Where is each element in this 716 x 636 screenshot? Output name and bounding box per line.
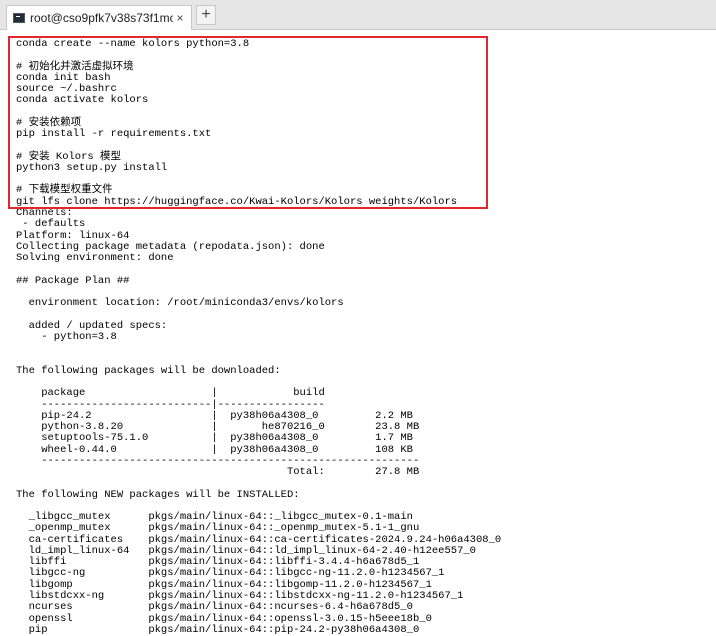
terminal-line: setuptools-75.1.0 | py38h06a4308_0 1.7 M… bbox=[16, 432, 413, 445]
terminal-icon bbox=[13, 13, 25, 23]
terminal-line: conda activate kolors bbox=[16, 94, 149, 107]
terminal-line: The following NEW packages will be INSTA… bbox=[16, 488, 300, 501]
tab-terminal-session[interactable]: root@cso9pfk7v38s73f1mcq × bbox=[6, 5, 192, 30]
terminal-line: - defaults bbox=[16, 218, 86, 231]
terminal-line: Channels: bbox=[16, 206, 73, 219]
close-icon[interactable]: × bbox=[173, 11, 187, 25]
tab-title: root@cso9pfk7v38s73f1mcq bbox=[30, 11, 173, 25]
terminal-line: ## Package Plan ## bbox=[16, 274, 130, 287]
terminal-line: environment location: /root/miniconda3/e… bbox=[16, 297, 344, 310]
terminal-output[interactable]: conda create --name kolors python=3.8 # 初… bbox=[0, 30, 716, 636]
plus-icon: + bbox=[201, 6, 211, 23]
tab-bar: root@cso9pfk7v38s73f1mcq × + bbox=[0, 0, 716, 30]
new-tab-button[interactable]: + bbox=[196, 5, 216, 25]
terminal-line: conda create --name kolors python=3.8 bbox=[16, 38, 250, 50]
terminal-line: Total: 27.8 MB bbox=[16, 466, 420, 479]
terminal-line: The following packages will be downloade… bbox=[16, 364, 281, 377]
terminal-line: package | build bbox=[16, 387, 325, 400]
terminal-line: - python=3.8 bbox=[16, 330, 117, 343]
terminal-line: pip pkgs/main/linux-64::pip-24.2-py38h06… bbox=[16, 623, 420, 636]
terminal-line: python3 setup.py install bbox=[16, 161, 168, 174]
terminal-line: git lfs clone https://huggingface.co/Kwa… bbox=[16, 195, 458, 208]
terminal-line: pip install -r requirements.txt bbox=[16, 128, 212, 141]
terminal-line: ncurses pkgs/main/linux-64::ncurses-6.4-… bbox=[16, 601, 413, 614]
terminal-line: Solving environment: done bbox=[16, 252, 174, 265]
terminal-line: _openmp_mutex pkgs/main/linux-64::_openm… bbox=[16, 522, 420, 535]
terminal-lines: conda create --name kolors python=3.8 # 初… bbox=[16, 38, 501, 636]
